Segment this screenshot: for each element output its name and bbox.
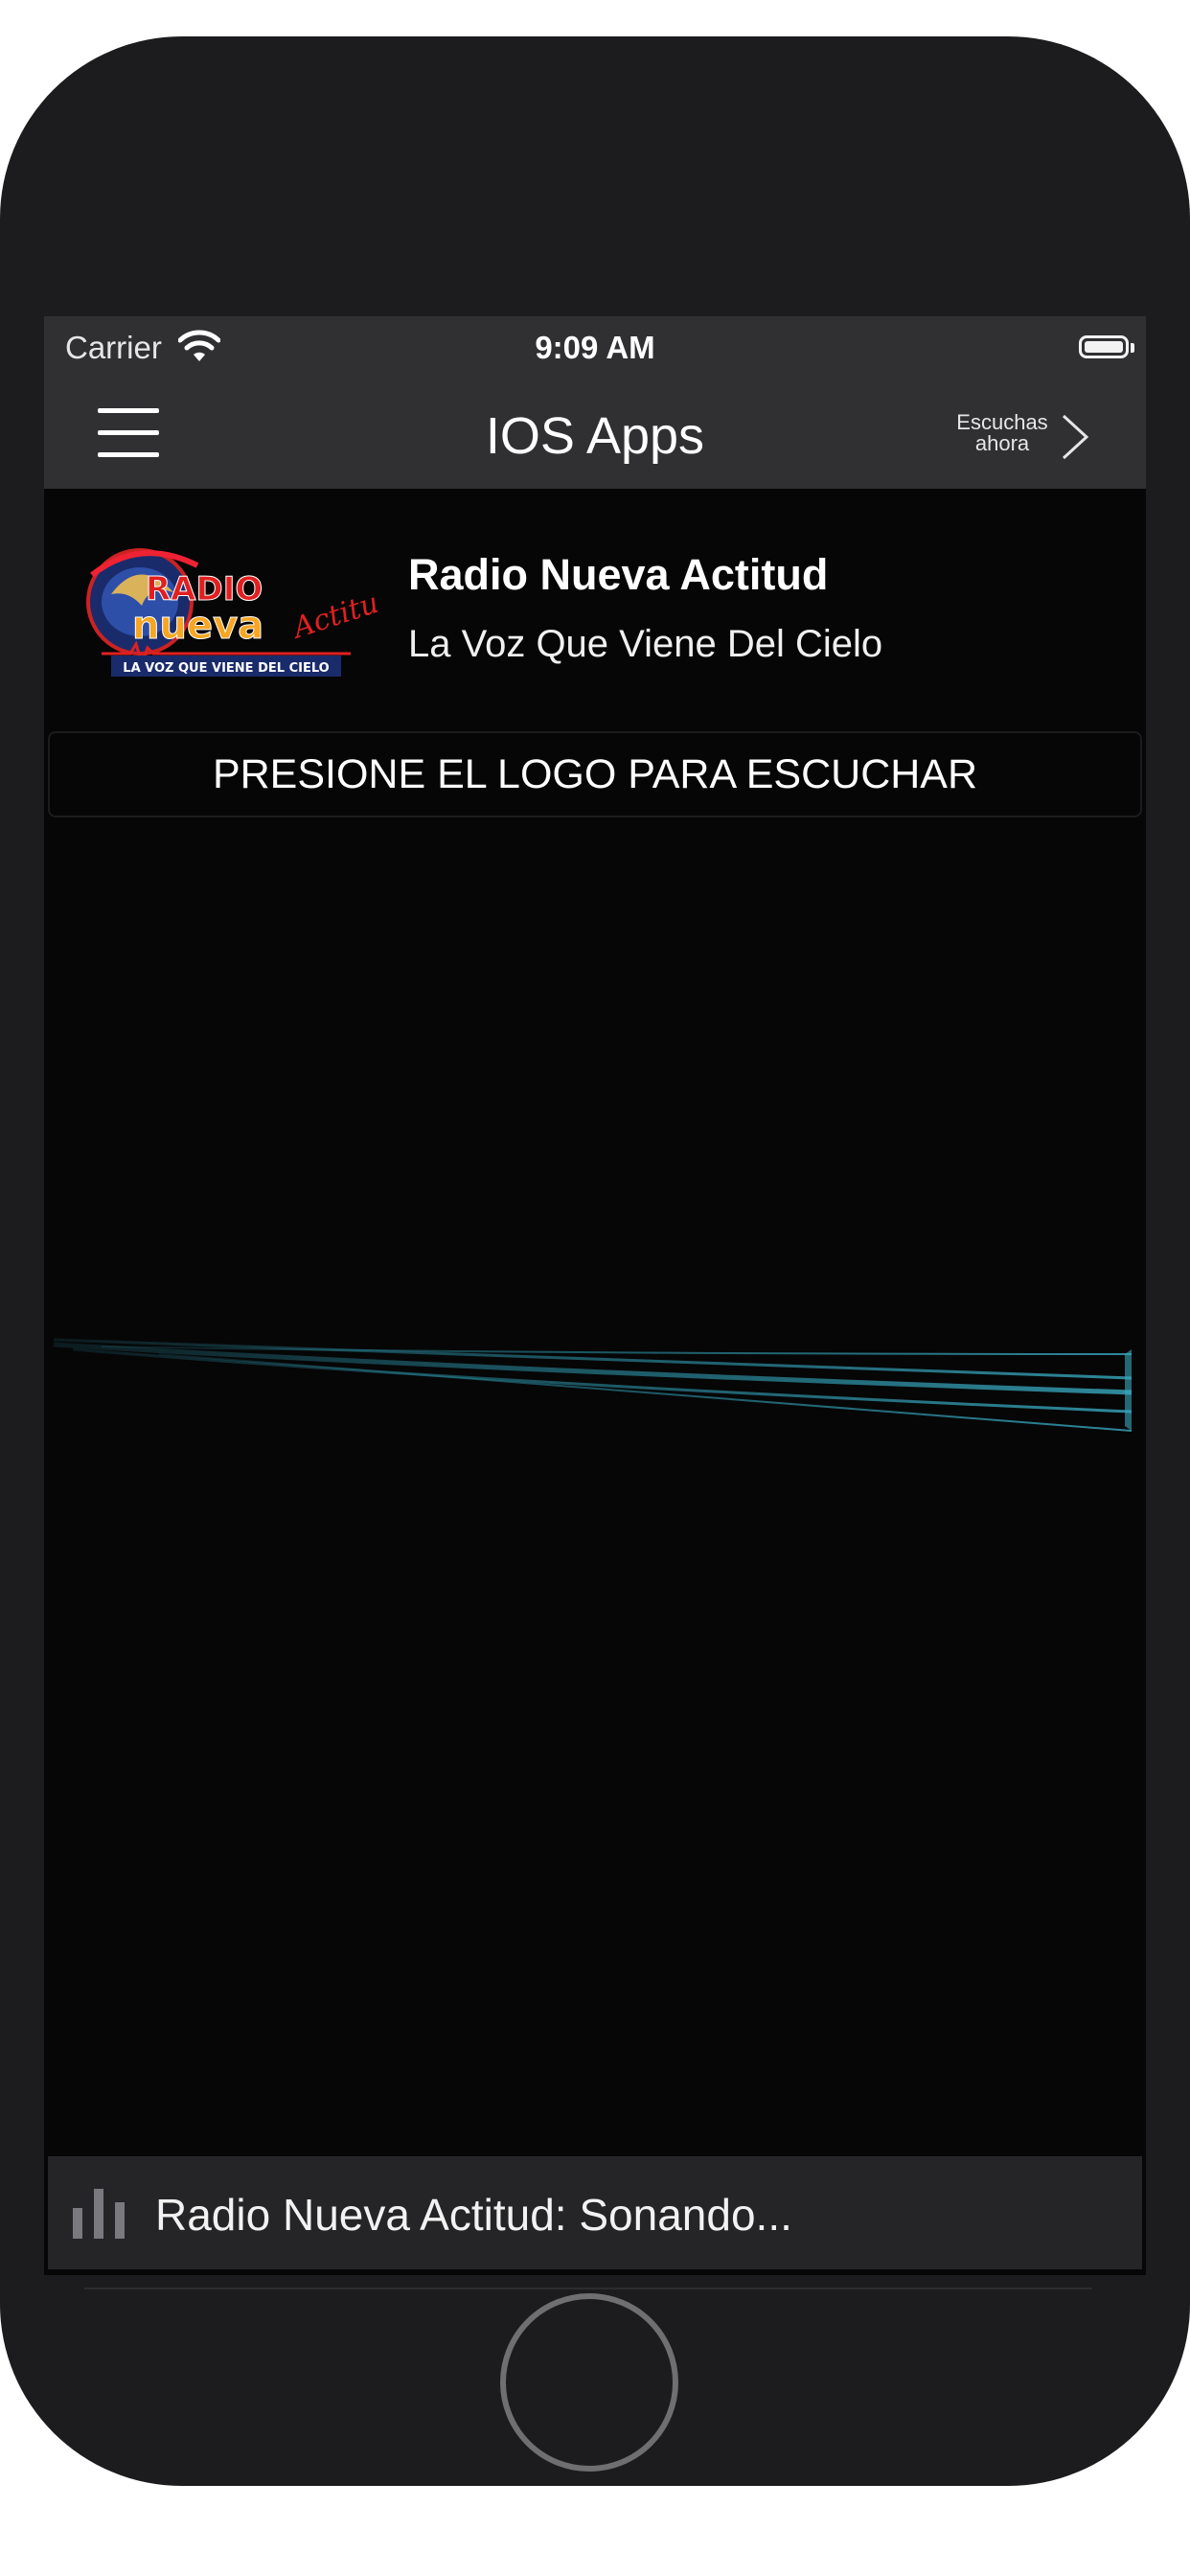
now-playing-bar[interactable]: Radio Nueva Actitud: Sonando... (48, 2156, 1142, 2269)
status-bar: Carrier 9:09 AM (44, 316, 1146, 385)
station-name: Radio Nueva Actitud (408, 550, 829, 599)
audio-visualizer (44, 817, 1146, 2156)
now-playing-text: Radio Nueva Actitud: Sonando... (155, 2190, 792, 2240)
logo-text-nueva: nueva (132, 604, 263, 648)
status-time: 9:09 AM (535, 330, 655, 365)
listen-now-line2: ahora (974, 431, 1030, 455)
bezel-divider (84, 2288, 1092, 2289)
equalizer-bars-icon (73, 2189, 125, 2239)
station-logo[interactable]: RADIO nueva Actitud LA VOZ QUE VIENE DEL… (73, 537, 378, 680)
logo-text-radio: RADIO (146, 570, 263, 609)
chevron-right-icon (1062, 414, 1089, 460)
phone-frame: Carrier 9:09 AM IOS Apps Escuchas ahora (0, 36, 1190, 2486)
station-header: RADIO nueva Actitud LA VOZ QUE VIENE DEL… (44, 489, 1146, 719)
listen-now-label: Escuchas ahora (945, 412, 1060, 454)
battery-icon (1079, 335, 1129, 358)
home-button[interactable] (500, 2293, 678, 2472)
navigation-bar: IOS Apps Escuchas ahora (44, 385, 1146, 489)
logo-tagline: LA VOZ QUE VIENE DEL CIELO (123, 661, 329, 676)
battery-tip (1131, 343, 1134, 353)
app-screen: Carrier 9:09 AM IOS Apps Escuchas ahora (44, 316, 1146, 2275)
press-logo-banner: PRESIONE EL LOGO PARA ESCUCHAR (48, 731, 1142, 817)
listen-now-button[interactable]: Escuchas ahora (945, 406, 1127, 468)
wave-graphic (53, 1338, 1133, 1432)
station-slogan: La Voz Que Viene Del Cielo (408, 623, 883, 665)
